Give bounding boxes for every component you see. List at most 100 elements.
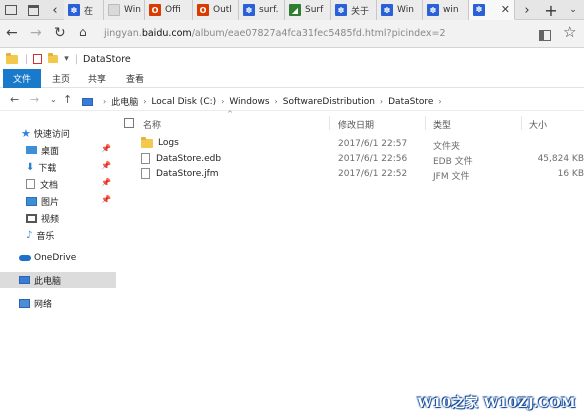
browser-tab[interactable]: ✽ surf.: [239, 0, 285, 20]
url-field[interactable]: jingyan.baidu.com/album/eae07827a4fca31f…: [104, 28, 445, 39]
file-icon: [141, 168, 150, 179]
breadcrumb-item[interactable]: DataStore: [388, 97, 433, 107]
navigation-bar: ← → ⌄ ↑ › 此电脑 › Local Disk (C:) › Window…: [0, 89, 584, 111]
cloud-icon: [19, 255, 31, 261]
file-list: ^ 名称 修改日期 类型 大小 Logs 2017/6/1 22:57 文件夹 …: [117, 110, 584, 413]
breadcrumb-separator-icon[interactable]: ›: [221, 97, 224, 106]
file-row[interactable]: DataStore.edb 2017/6/1 22:56 EDB 文件 45,8…: [117, 152, 584, 167]
file-row[interactable]: Logs 2017/6/1 22:57 文件夹: [117, 136, 584, 152]
nav-this-pc[interactable]: 此电脑: [0, 272, 116, 288]
baidu-paw-icon: ✽: [68, 4, 80, 16]
tab-file[interactable]: 文件: [3, 69, 41, 88]
browser-tab[interactable]: ✽ 关于: [331, 0, 377, 20]
pictures-icon: [26, 196, 37, 206]
column-header-modified[interactable]: 修改日期: [338, 118, 374, 131]
folder-icon: [6, 52, 18, 64]
quick-access-toolbar-chevron-icon[interactable]: ▾: [64, 54, 69, 64]
office-icon: O: [149, 4, 161, 16]
tab-share[interactable]: 共享: [80, 69, 114, 88]
network-icon: [19, 298, 30, 308]
nav-item-desktop[interactable]: 桌面 📌: [0, 142, 116, 158]
refresh-icon[interactable]: ↻: [54, 25, 66, 41]
browser-tab[interactable]: O Offi: [145, 0, 193, 20]
nav-quick-access[interactable]: ★ 快速访问: [0, 125, 116, 141]
properties-icon[interactable]: [33, 54, 43, 64]
column-header-name[interactable]: 名称: [143, 118, 161, 131]
title-divider: |: [25, 53, 29, 65]
tab-view[interactable]: 查看: [117, 69, 153, 88]
baidu-paw-icon: ✽: [473, 3, 485, 16]
nav-item-pictures[interactable]: 图片 📌: [0, 193, 116, 209]
pin-icon[interactable]: 📌: [101, 178, 111, 187]
browser-tab[interactable]: Win: [104, 0, 145, 20]
breadcrumb-item[interactable]: SoftwareDistribution: [283, 97, 375, 107]
explorer-title-bar: | ▾ | DataStore: [0, 49, 584, 69]
breadcrumb-separator-icon[interactable]: ›: [103, 97, 106, 106]
address-bar: ← → ↻ ⌂ jingyan.baidu.com/album/eae07827…: [0, 20, 584, 48]
sort-indicator-icon: ^: [227, 110, 233, 118]
forward-arrow-icon[interactable]: →: [30, 93, 39, 106]
baidu-paw-icon: ✽: [335, 4, 347, 16]
browser-tab[interactable]: O Outl: [193, 0, 239, 20]
browser-tab[interactable]: ◢ Surf: [285, 0, 331, 20]
back-arrow-icon[interactable]: ←: [10, 93, 19, 106]
new-folder-icon[interactable]: [48, 53, 59, 63]
tab-scroll-left-icon[interactable]: ‹: [44, 0, 66, 20]
browser-tab[interactable]: ✽ Win: [377, 0, 423, 20]
tab-scroll-right-icon[interactable]: ›: [516, 0, 538, 20]
breadcrumb-item[interactable]: Local Disk (C:): [151, 97, 216, 107]
pin-icon[interactable]: 📌: [101, 195, 111, 204]
nav-item-documents[interactable]: 文档 📌: [0, 176, 116, 192]
pin-icon[interactable]: 📌: [101, 144, 111, 153]
breadcrumb-separator-icon[interactable]: ›: [143, 97, 146, 106]
browser-tab[interactable]: ✽ win: [423, 0, 469, 20]
breadcrumb-separator-icon[interactable]: ›: [380, 97, 383, 106]
tab-home[interactable]: 主页: [44, 69, 78, 88]
nav-item-downloads[interactable]: ⬇ 下载 📌: [0, 159, 116, 175]
this-pc-icon: [82, 97, 93, 106]
up-arrow-icon[interactable]: ↑: [63, 93, 72, 106]
nav-onedrive[interactable]: OneDrive: [0, 250, 116, 266]
file-row[interactable]: DataStore.jfm 2017/6/1 22:52 JFM 文件 16 K…: [117, 167, 584, 182]
breadcrumb: › 此电脑 › Local Disk (C:) › Windows › Soft…: [82, 95, 447, 108]
pin-icon[interactable]: 📌: [101, 161, 111, 170]
folder-icon: [141, 136, 153, 148]
browser-tab-strip: ‹ ✽ 在 Win O Offi O Outl ✽ surf. ◢ Surf ✽…: [0, 0, 584, 20]
music-icon: ♪: [26, 229, 33, 241]
select-all-checkbox[interactable]: [124, 118, 134, 128]
nav-network[interactable]: 网络: [0, 295, 116, 311]
window-title: DataStore: [82, 53, 131, 65]
column-header-size[interactable]: 大小: [529, 118, 547, 131]
forward-arrow-icon[interactable]: →: [30, 25, 42, 41]
breadcrumb-separator-icon[interactable]: ›: [438, 97, 441, 106]
browser-tab-active[interactable]: ✽ ✕: [469, 0, 515, 20]
new-tab-icon[interactable]: +: [540, 0, 562, 20]
home-icon[interactable]: ⌂: [79, 25, 87, 39]
close-tab-icon[interactable]: ✕: [501, 3, 510, 16]
back-arrow-icon[interactable]: ←: [6, 25, 18, 41]
baidu-paw-icon: ✽: [243, 4, 255, 16]
tab-set-aside-icon[interactable]: [22, 0, 44, 20]
column-header-type[interactable]: 类型: [433, 118, 451, 131]
navigation-pane: ★ 快速访问 桌面 📌 ⬇ 下载 📌 文档 📌 图片 📌 视频 ♪ 音乐 One…: [0, 112, 116, 413]
watermark: W10之家 W10ZJ.COM: [417, 396, 576, 411]
documents-icon: [26, 179, 35, 189]
reading-view-icon[interactable]: [539, 27, 551, 43]
download-icon: ⬇: [26, 161, 35, 173]
tab-list-chevron-icon[interactable]: ⌄: [562, 0, 584, 20]
nav-item-music[interactable]: ♪ 音乐: [0, 227, 116, 243]
column-divider[interactable]: [521, 116, 522, 130]
recent-locations-chevron-icon[interactable]: ⌄: [50, 95, 57, 104]
tab-preview-icon[interactable]: [0, 0, 22, 20]
nav-item-videos[interactable]: 视频: [0, 210, 116, 226]
desktop-icon: [26, 146, 37, 154]
favorites-star-icon[interactable]: ☆: [563, 23, 576, 41]
column-divider[interactable]: [425, 116, 426, 130]
ribbon-tabs: 文件 主页 共享 查看: [0, 69, 584, 88]
breadcrumb-item[interactable]: 此电脑: [111, 95, 138, 108]
column-divider[interactable]: [329, 116, 330, 130]
star-icon: ★: [21, 126, 31, 140]
breadcrumb-separator-icon[interactable]: ›: [275, 97, 278, 106]
breadcrumb-item[interactable]: Windows: [229, 97, 269, 107]
browser-tab[interactable]: ✽ 在: [64, 0, 104, 20]
